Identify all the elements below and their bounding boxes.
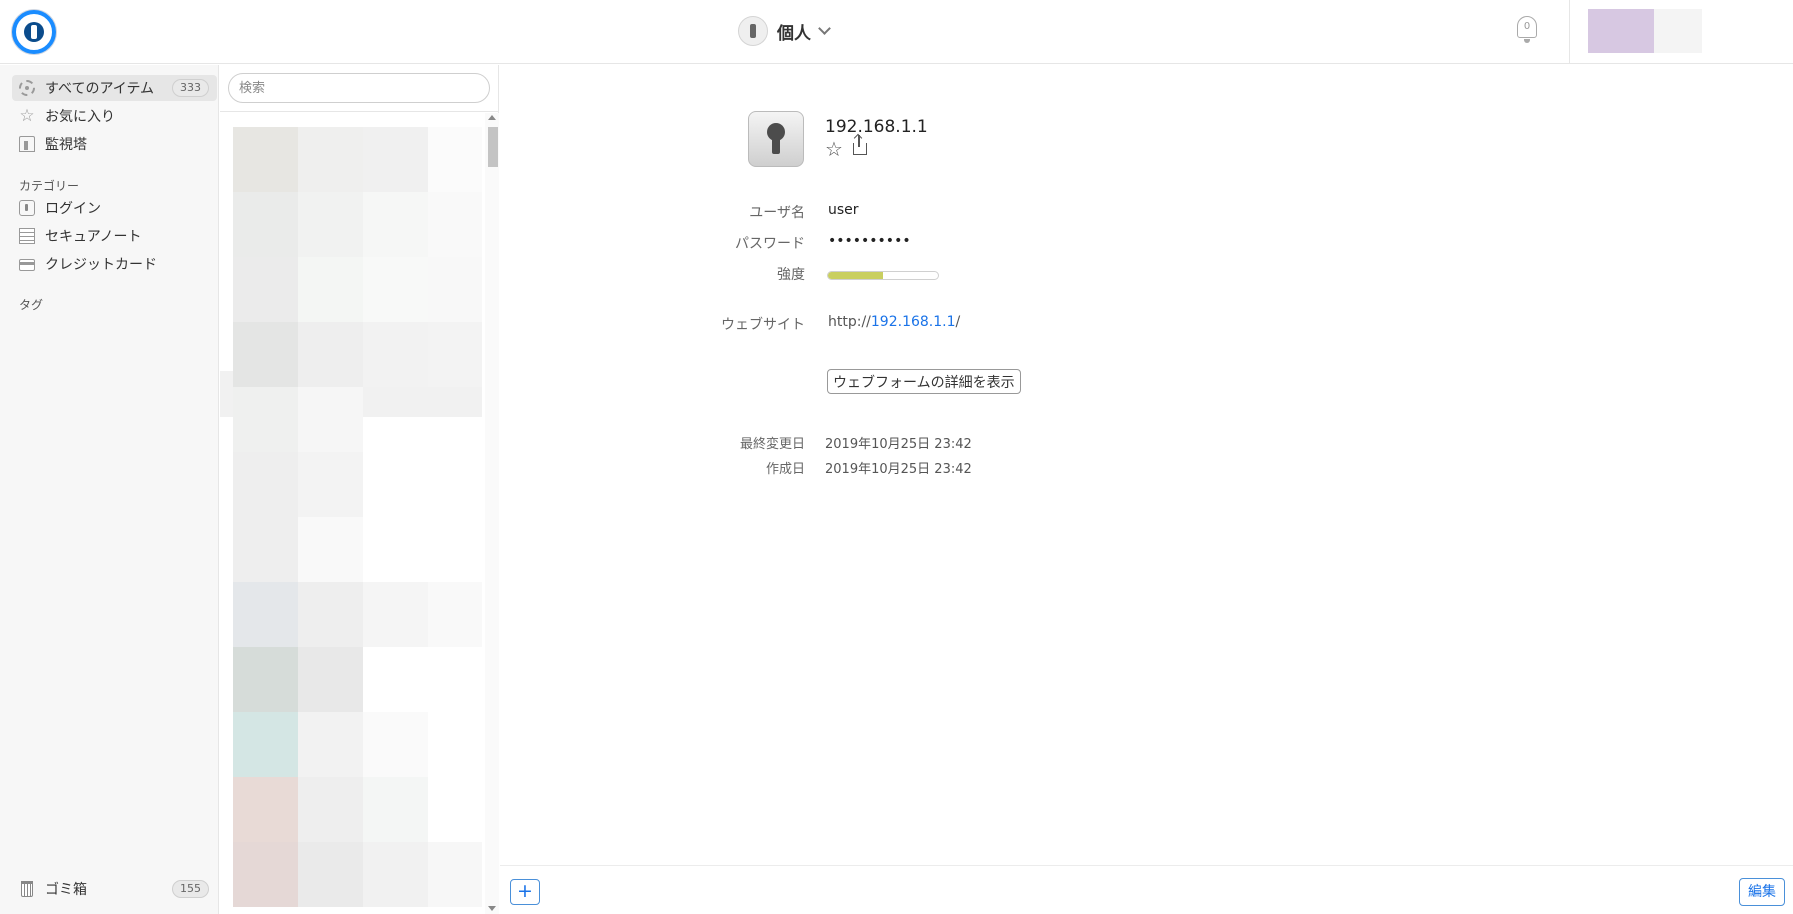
website-suffix: / bbox=[955, 314, 961, 330]
note-icon bbox=[19, 228, 35, 244]
created-value: 2019年10月25日 23:42 bbox=[825, 462, 972, 477]
favorite-star-icon[interactable]: ☆ bbox=[825, 139, 843, 159]
strength-label: 強度 bbox=[777, 267, 805, 283]
sidebar-item-label: ログイン bbox=[45, 201, 101, 217]
trash-icon bbox=[21, 881, 33, 897]
item-detail-panel: 192.168.1.1 ☆ ユーザ名 user パスワード ••••••••••… bbox=[500, 65, 1793, 914]
star-icon: ☆ bbox=[19, 106, 35, 126]
vault-switcher[interactable]: 個人 bbox=[738, 16, 831, 46]
sidebar-item-all-items[interactable]: すべてのアイテム 333 bbox=[12, 75, 217, 101]
chevron-down-icon bbox=[818, 22, 831, 35]
scroll-down-icon[interactable] bbox=[488, 906, 496, 911]
notification-count: 0 bbox=[1523, 21, 1531, 32]
sidebar-item-label: ゴミ箱 bbox=[45, 882, 87, 898]
app-logo-icon[interactable] bbox=[12, 10, 56, 54]
vault-avatar bbox=[738, 16, 768, 46]
account-menu[interactable] bbox=[1654, 9, 1702, 53]
item-count-badge: 333 bbox=[172, 79, 209, 97]
add-item-button[interactable]: + bbox=[510, 879, 540, 905]
sidebar-item-credit-card[interactable]: クレジットカード bbox=[12, 251, 217, 277]
account-avatar[interactable] bbox=[1588, 9, 1654, 53]
sidebar-item-label: セキュアノート bbox=[45, 229, 142, 245]
username-value[interactable]: user bbox=[828, 202, 859, 218]
sidebar-item-label: 監視塔 bbox=[45, 137, 87, 153]
divider bbox=[1569, 0, 1570, 64]
password-label: パスワード bbox=[735, 236, 805, 252]
sidebar-item-trash[interactable]: ゴミ箱 155 bbox=[12, 876, 217, 902]
search-input[interactable] bbox=[228, 73, 490, 103]
username-label: ユーザ名 bbox=[749, 205, 805, 221]
credit-card-icon bbox=[19, 259, 35, 271]
item-list[interactable] bbox=[220, 127, 482, 909]
item-list-panel bbox=[220, 65, 499, 914]
tower-icon bbox=[19, 136, 35, 152]
website-prefix: http:// bbox=[828, 314, 871, 330]
sidebar-item-favorites[interactable]: ☆ お気に入り bbox=[12, 103, 217, 129]
modified-value: 2019年10月25日 23:42 bbox=[825, 437, 972, 452]
list-scrollbar[interactable] bbox=[485, 113, 499, 914]
scroll-up-icon[interactable] bbox=[488, 115, 496, 120]
website-link[interactable]: 192.168.1.1 bbox=[871, 314, 956, 330]
item-count-badge: 155 bbox=[172, 880, 209, 898]
tags-heading: タグ bbox=[19, 298, 44, 312]
edit-button[interactable]: 編集 bbox=[1739, 878, 1785, 906]
scroll-thumb[interactable] bbox=[488, 127, 498, 167]
top-bar: 個人 0 bbox=[0, 0, 1793, 64]
sidebar-item-watchtower[interactable]: 監視塔 bbox=[12, 131, 217, 157]
password-value[interactable]: •••••••••• bbox=[828, 233, 911, 249]
sidebar-item-secure-note[interactable]: セキュアノート bbox=[12, 223, 217, 249]
login-item-icon bbox=[748, 111, 804, 167]
sidebar-item-label: クレジットカード bbox=[45, 257, 157, 273]
website-label: ウェブサイト bbox=[721, 317, 805, 333]
password-strength-meter bbox=[827, 271, 939, 280]
sidebar-item-login[interactable]: ログイン bbox=[12, 195, 217, 221]
categories-heading: カテゴリー bbox=[19, 179, 80, 193]
notifications-button[interactable]: 0 bbox=[1514, 14, 1540, 44]
modified-label: 最終変更日 bbox=[739, 437, 805, 452]
share-icon[interactable] bbox=[853, 135, 867, 155]
sidebar-item-label: すべてのアイテム bbox=[45, 81, 155, 97]
created-label: 作成日 bbox=[765, 462, 805, 477]
show-webform-details-button[interactable]: ウェブフォームの詳細を表示 bbox=[827, 369, 1021, 394]
gear-icon bbox=[19, 80, 35, 96]
website-value: http://192.168.1.1/ bbox=[828, 314, 960, 330]
vault-name: 個人 bbox=[777, 23, 811, 44]
sidebar-item-label: お気に入り bbox=[45, 109, 115, 125]
sidebar: すべてのアイテム 333 ☆ お気に入り 監視塔 カテゴリー ログイン セキュア… bbox=[0, 65, 219, 914]
strength-fill bbox=[828, 272, 883, 279]
item-title: 192.168.1.1 bbox=[825, 117, 928, 137]
login-icon bbox=[19, 200, 35, 216]
